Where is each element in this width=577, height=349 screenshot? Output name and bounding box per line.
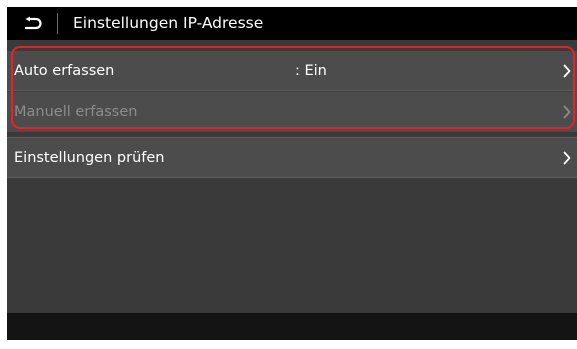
row-einstellungen-pruefen[interactable]: Einstellungen prüfen [7, 137, 577, 178]
footer-bar [7, 313, 577, 340]
page-title: Einstellungen IP-Adresse [73, 14, 264, 32]
chevron-right-icon [563, 64, 571, 78]
chevron-right-icon [563, 151, 571, 165]
row-label: Einstellungen prüfen [14, 150, 165, 166]
row-value: : Ein [295, 63, 327, 79]
row-label: Auto erfassen [14, 63, 115, 79]
header-bar: Einstellungen IP-Adresse [7, 7, 577, 40]
row-manuell-erfassen: Manuell erfassen [7, 92, 577, 132]
header-divider [57, 13, 58, 34]
chevron-right-icon [563, 105, 571, 119]
row-label: Manuell erfassen [14, 104, 138, 120]
back-button[interactable] [7, 7, 57, 40]
row-auto-erfassen[interactable]: Auto erfassen : Ein [7, 51, 577, 91]
back-arrow-icon [24, 16, 42, 29]
settings-screen: Einstellungen IP-Adresse Auto erfassen :… [7, 7, 577, 340]
